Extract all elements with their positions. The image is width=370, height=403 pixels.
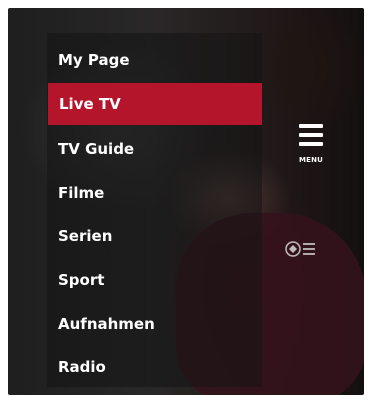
hamburger-icon [299,124,323,128]
menu-item-serien[interactable]: Serien [47,216,262,256]
menu-item-my-page[interactable]: My Page [47,40,262,80]
menu-item-filme[interactable]: Filme [47,173,262,213]
menu-button[interactable]: MENU [296,124,324,168]
menu-item-sport[interactable]: Sport [47,260,262,300]
hamburger-icon-bar [299,133,323,137]
logo-patch-icon [285,241,315,257]
menu-button-label: MENU [298,156,324,164]
hamburger-icon-bar [299,142,323,146]
menu-item-live-tv[interactable]: Live TV [48,83,262,125]
menu-item-tv-guide[interactable]: TV Guide [47,129,262,169]
menu-item-radio[interactable]: Radio [47,347,262,387]
menu-item-aufnahmen[interactable]: Aufnahmen [47,304,262,344]
